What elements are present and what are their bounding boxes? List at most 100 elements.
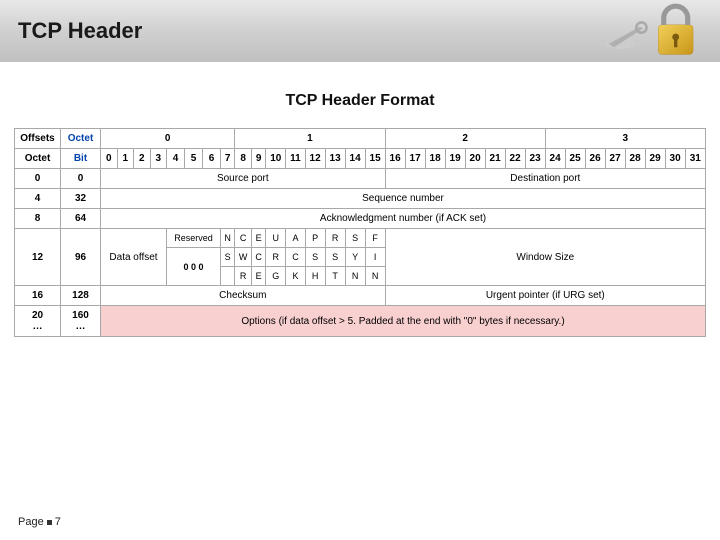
title-bar: TCP Header — [0, 0, 720, 62]
cell-octet-group-1: 1 — [235, 129, 385, 149]
cell-flag-6: S — [345, 229, 365, 248]
cell-window-size: Window Size — [385, 229, 705, 286]
table-row: 20…160…Options (if data offset > 5. Padd… — [15, 306, 706, 337]
cell-field: Source port — [101, 169, 386, 189]
cell-row-octet: 12 — [15, 229, 61, 286]
cell-flag-4: H — [305, 267, 325, 286]
cell-bit-16: 16 — [385, 149, 405, 169]
cell-flag-0: W — [235, 248, 252, 267]
cell-octet-link: Octet — [61, 129, 101, 149]
cell-row-bit: 32 — [61, 189, 101, 209]
cell-bit-22: 22 — [505, 149, 525, 169]
cell-bit-18: 18 — [425, 149, 445, 169]
cell-bit-29: 29 — [645, 149, 665, 169]
cell-bit-25: 25 — [565, 149, 585, 169]
cell-flag-2: U — [266, 229, 286, 248]
table-row: 00Source portDestination port — [15, 169, 706, 189]
cell-field: Acknowledgment number (if ACK set) — [101, 209, 706, 229]
cell-bit-17: 17 — [405, 149, 425, 169]
cell-bit-30: 30 — [665, 149, 685, 169]
cell-bit-19: 19 — [445, 149, 465, 169]
cell-row-bit: 96 — [61, 229, 101, 286]
cell-bit-3: 3 — [150, 149, 167, 169]
cell-bit-4: 4 — [167, 149, 185, 169]
cell-bit-31: 31 — [685, 149, 705, 169]
cell-bit-24: 24 — [545, 149, 565, 169]
cell-flag-0: R — [235, 267, 252, 286]
cell-flag-ns — [221, 267, 235, 286]
cell-row-bit: 128 — [61, 286, 101, 306]
table-row: 432Sequence number — [15, 189, 706, 209]
lock-and-key-image — [580, 0, 720, 62]
cell-bit-7: 7 — [221, 149, 235, 169]
cell-flag-ns: S — [221, 248, 235, 267]
cell-bit-15: 15 — [365, 149, 385, 169]
cell-row-octet: 20… — [15, 306, 61, 337]
cell-field: Urgent pointer (if URG set) — [385, 286, 705, 306]
table-row: 864Acknowledgment number (if ACK set) — [15, 209, 706, 229]
cell-field: Destination port — [385, 169, 705, 189]
cell-flag-5: T — [325, 267, 345, 286]
cell-flag-5: R — [325, 229, 345, 248]
cell-field: Checksum — [101, 286, 386, 306]
cell-row-octet: 16 — [15, 286, 61, 306]
cell-octet-group-3: 3 — [545, 129, 705, 149]
page-title: TCP Header — [18, 18, 142, 44]
cell-bit-23: 23 — [525, 149, 545, 169]
table-row: 1296Data offsetReservedNCEUAPRSFWindow S… — [15, 229, 706, 248]
header-row-bits: OctetBit01234567891011121314151617181920… — [15, 149, 706, 169]
cell-flag-1: E — [252, 229, 266, 248]
bullet-icon — [47, 520, 52, 525]
cell-flag-1: C — [252, 248, 266, 267]
cell-bit-11: 11 — [286, 149, 305, 169]
cell-flag-3: K — [286, 267, 305, 286]
subtitle: TCP Header Format — [0, 92, 720, 110]
cell-bit-2: 2 — [134, 149, 151, 169]
cell-bit-10: 10 — [266, 149, 286, 169]
cell-flag-1: E — [252, 267, 266, 286]
cell-flag-3: C — [286, 248, 305, 267]
cell-flag-6: N — [345, 267, 365, 286]
cell-flag-6: Y — [345, 248, 365, 267]
tcp-header-table-wrap: OffsetsOctet0123OctetBit0123456789101112… — [0, 128, 720, 337]
cell-bit-26: 26 — [585, 149, 605, 169]
cell-flag-7: N — [365, 267, 385, 286]
table-row: 16128ChecksumUrgent pointer (if URG set) — [15, 286, 706, 306]
cell-bit-13: 13 — [325, 149, 345, 169]
cell-bit-0: 0 — [101, 149, 118, 169]
cell-bit-1: 1 — [117, 149, 134, 169]
cell-offsets: Offsets — [15, 129, 61, 149]
page-number: Page7 — [18, 516, 61, 528]
cell-flag-4: S — [305, 248, 325, 267]
cell-bit-20: 20 — [465, 149, 485, 169]
cell-flag-7: F — [365, 229, 385, 248]
cell-bit-12: 12 — [305, 149, 325, 169]
cell-data-offset: Data offset — [101, 229, 167, 286]
cell-bit-9: 9 — [252, 149, 266, 169]
cell-flag-2: R — [266, 248, 286, 267]
cell-flag-2: G — [266, 267, 286, 286]
cell-flag-7: I — [365, 248, 385, 267]
cell-row-bit: 160… — [61, 306, 101, 337]
tcp-header-table: OffsetsOctet0123OctetBit0123456789101112… — [14, 128, 706, 337]
cell-bit-8: 8 — [235, 149, 252, 169]
cell-bit-link: Bit — [61, 149, 101, 169]
cell-bit-27: 27 — [605, 149, 625, 169]
cell-field: Sequence number — [101, 189, 706, 209]
cell-row-bit: 0 — [61, 169, 101, 189]
cell-row-bit: 64 — [61, 209, 101, 229]
cell-options: Options (if data offset > 5. Padded at t… — [101, 306, 706, 337]
cell-flag-0: C — [235, 229, 252, 248]
cell-bit-6: 6 — [202, 149, 220, 169]
cell-flag-5: S — [325, 248, 345, 267]
cell-octet-header: Octet — [15, 149, 61, 169]
cell-bit-28: 28 — [625, 149, 645, 169]
header-row-octet-groups: OffsetsOctet0123 — [15, 129, 706, 149]
cell-flag-4: P — [305, 229, 325, 248]
cell-flag-3: A — [286, 229, 305, 248]
cell-flag-ns: N — [221, 229, 235, 248]
cell-row-octet: 0 — [15, 169, 61, 189]
cell-row-octet: 4 — [15, 189, 61, 209]
cell-octet-group-0: 0 — [101, 129, 235, 149]
cell-reserved-zeros: 0 0 0 — [167, 248, 221, 286]
